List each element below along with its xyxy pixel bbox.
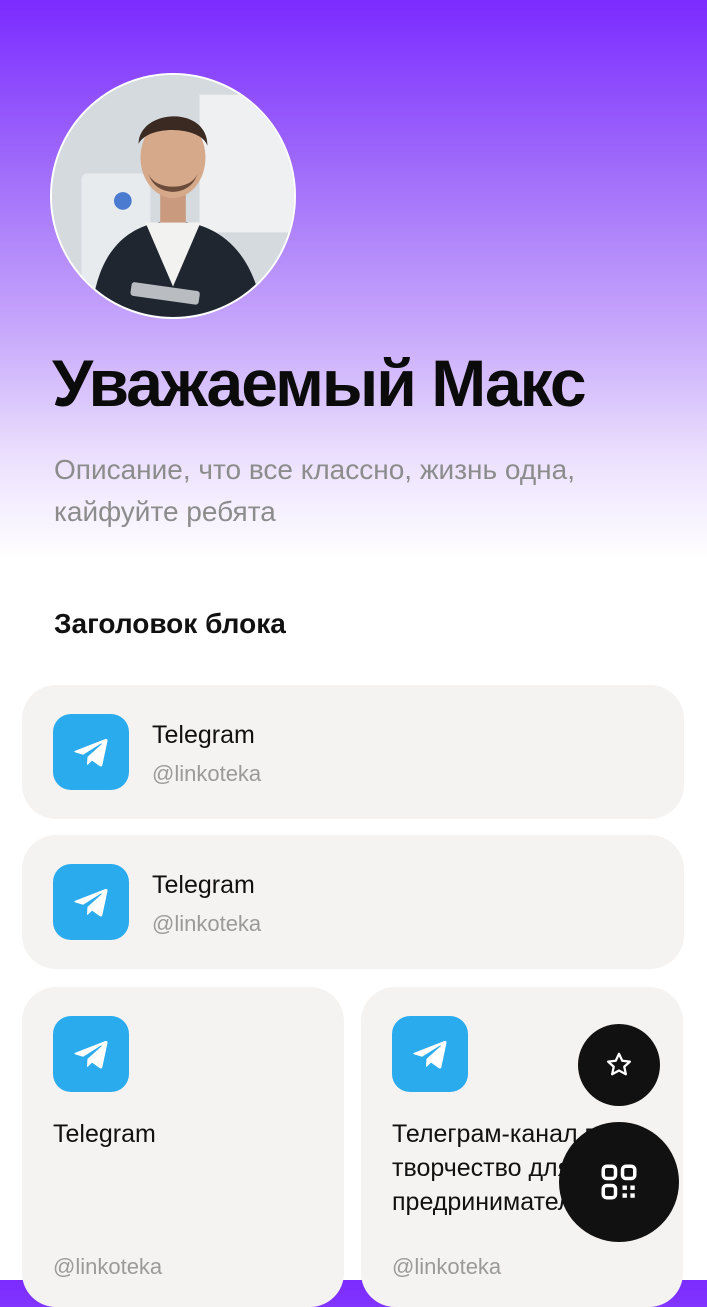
qr-code-button[interactable] <box>559 1122 679 1242</box>
qr-code-icon <box>601 1164 637 1200</box>
link-title: Telegram <box>152 871 255 899</box>
link-handle: @linkoteka <box>152 761 262 786</box>
tile-handle: @linkoteka <box>392 1254 502 1279</box>
profile-avatar <box>50 73 296 319</box>
profile-description: Описание, что все классно, жизнь одна, к… <box>54 454 575 527</box>
avatar-photo <box>52 75 294 317</box>
telegram-icon <box>53 864 129 940</box>
star-icon <box>607 1052 631 1076</box>
link-tile[interactable]: Telegram @linkoteka <box>22 987 344 1307</box>
tile-handle: @linkoteka <box>53 1254 163 1279</box>
link-card[interactable]: Telegram @linkoteka <box>22 835 684 969</box>
telegram-icon <box>53 714 129 790</box>
favorite-button[interactable] <box>578 1024 660 1106</box>
link-title: Telegram <box>152 721 255 749</box>
telegram-icon <box>392 1016 468 1092</box>
block-title: Заголовок блока <box>54 608 286 639</box>
profile-name: Уважаемый Макс <box>52 346 587 420</box>
link-card[interactable]: Telegram @linkoteka <box>22 685 684 819</box>
link-handle: @linkoteka <box>152 911 262 936</box>
tile-title: Telegram <box>53 1120 156 1148</box>
telegram-icon <box>53 1016 129 1092</box>
